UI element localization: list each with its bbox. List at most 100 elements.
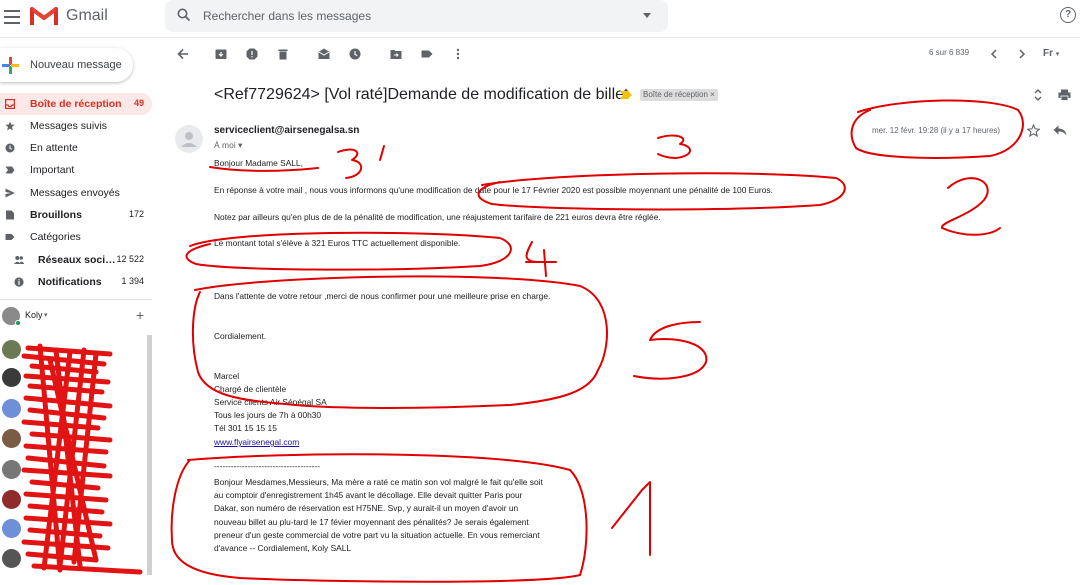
compose-button[interactable]: Nouveau message: [0, 48, 133, 82]
important-marker-icon[interactable]: [620, 91, 632, 99]
archive-icon[interactable]: [215, 48, 227, 60]
app-name: Gmail: [66, 7, 108, 24]
paragraph-date-change: En réponse à votre mail , nous vous info…: [214, 185, 773, 195]
chevron-down-icon: ▾: [1055, 51, 1060, 58]
sidebar-item-drafts[interactable]: Brouillons 172: [0, 204, 152, 226]
annotation-prime-mark: [379, 145, 385, 161]
avatar[interactable]: [2, 368, 21, 387]
label-icon: [5, 234, 15, 240]
greeting-text: Bonjour Madame SALL,: [214, 158, 303, 168]
annotation-number-5-shape: [633, 321, 708, 380]
star-icon: [5, 121, 15, 131]
hangouts-user-name[interactable]: Koly: [25, 310, 43, 320]
chevron-right-icon[interactable]: [1018, 49, 1026, 59]
sidebar-item-label: En attente: [30, 142, 78, 154]
sidebar-item-sent[interactable]: Messages envoyés: [0, 182, 152, 204]
star-icon[interactable]: [1027, 124, 1040, 137]
sidebar-item-important[interactable]: Important: [0, 159, 152, 181]
sidebar-item-label: Important: [30, 164, 75, 176]
sender-email[interactable]: serviceclient@airsenegalsa.sn: [214, 125, 359, 136]
scrollbar[interactable]: [147, 335, 152, 575]
search-box[interactable]: Rechercher dans les messages: [165, 0, 668, 32]
inbox-icon: [5, 99, 15, 109]
sidebar-item-categories[interactable]: Catégories: [0, 226, 152, 248]
important-icon: [5, 166, 15, 174]
delete-icon[interactable]: [277, 48, 289, 60]
avatar[interactable]: [2, 429, 21, 448]
person-icon: [181, 132, 197, 147]
annotation-number-1-shape: [611, 481, 651, 556]
label-as-icon[interactable]: [421, 48, 433, 60]
new-conversation-icon[interactable]: +: [136, 307, 144, 323]
avatar[interactable]: [2, 549, 21, 568]
annotation-number-3-prime-shape: [337, 148, 362, 179]
sidebar-item-notifications[interactable]: Notifications 1 394: [0, 271, 152, 293]
avatar[interactable]: [2, 519, 21, 538]
gmail-window: Gmail Rechercher dans les messages ? Nou…: [0, 0, 1080, 585]
search-input[interactable]: Rechercher dans les messages: [203, 9, 371, 23]
hangouts-user-chevron-icon[interactable]: ▾: [44, 311, 48, 319]
annotation-number-2-shape: [941, 177, 1001, 236]
avatar[interactable]: [2, 340, 21, 359]
signature-department: Service clients Air Sénégal SA: [214, 397, 327, 407]
sidebar-item-count: 49: [133, 98, 144, 108]
search-icon[interactable]: [177, 8, 191, 22]
print-icon[interactable]: [1058, 89, 1071, 101]
inbox-label-chip[interactable]: Boîte de réception ×: [640, 89, 718, 101]
quoted-original-message: Bonjour Mesdames,Messieurs, Ma mère a ra…: [214, 477, 543, 554]
gmail-logo[interactable]: [30, 5, 58, 27]
sidebar-item-label: Réseaux soci…: [38, 254, 116, 266]
signature-role: Chargé de clientèle: [214, 384, 287, 394]
sidebar-item-label: Notifications: [38, 276, 102, 288]
avatar[interactable]: [2, 460, 21, 479]
sidebar-item-starred[interactable]: Messages suivis: [0, 115, 152, 137]
website-link[interactable]: www.flyairsenegal.com: [214, 437, 299, 447]
mark-unread-icon[interactable]: [318, 48, 330, 60]
reply-icon[interactable]: [1053, 125, 1067, 136]
pagination-text: 6 sur 6 839: [929, 48, 970, 57]
input-tools-label: Fr: [1043, 48, 1053, 59]
draft-icon: [6, 210, 14, 220]
sender-avatar[interactable]: [175, 125, 203, 153]
clock-icon: [5, 143, 15, 153]
people-icon: [14, 256, 24, 264]
more-vert-icon[interactable]: [452, 48, 464, 60]
paragraph-fare-adjustment: Notez par ailleurs qu'en plus de de la p…: [214, 212, 661, 222]
send-icon: [5, 188, 15, 198]
paragraph-total: Le montant total s'élève à 321 Euros TTC…: [214, 238, 461, 248]
sidebar-item-count: 1 394: [121, 276, 144, 286]
snooze-icon[interactable]: [349, 48, 361, 60]
sidebar-item-social[interactable]: Réseaux soci… 12 522: [0, 249, 152, 271]
signature-phone: Tél 301 15 15 15: [214, 423, 277, 433]
info-icon: [14, 277, 24, 287]
search-options-icon[interactable]: [643, 13, 651, 18]
input-tools-button[interactable]: Fr ▾: [1043, 48, 1059, 59]
email-date: mer. 12 févr. 19:28 (il y a 17 heures): [872, 126, 1001, 135]
signature-name: Marcel: [214, 371, 240, 381]
move-to-icon[interactable]: [390, 48, 402, 60]
chevron-left-icon[interactable]: [990, 49, 998, 59]
online-status-dot: [15, 320, 21, 326]
help-icon[interactable]: ?: [1060, 7, 1076, 23]
sidebar-item-label: Messages envoyés: [30, 187, 120, 199]
expand-all-icon[interactable]: [1033, 88, 1043, 102]
sidebar-divider: [0, 299, 152, 300]
back-arrow-icon[interactable]: [177, 48, 189, 60]
email-subject: <Ref7729624> [Vol raté]Demande de modifi…: [214, 86, 629, 103]
menu-icon[interactable]: [4, 10, 20, 24]
quote-divider: --------------------------------------: [214, 461, 320, 471]
avatar[interactable]: [2, 399, 21, 418]
sidebar-item-inbox[interactable]: Boîte de réception 49: [0, 93, 152, 115]
sidebar-item-label: Brouillons: [30, 209, 82, 221]
compose-plus-icon: [2, 57, 19, 74]
sidebar-item-count: 12 522: [116, 254, 144, 264]
recipient-details[interactable]: À moi ▾: [214, 140, 242, 151]
report-spam-icon[interactable]: [246, 48, 258, 60]
sidebar-item-label: Messages suivis: [30, 120, 108, 132]
compose-label: Nouveau message: [30, 59, 122, 71]
paragraph-confirm: Dans l'attente de votre retour ,merci de…: [214, 291, 551, 301]
avatar[interactable]: [2, 490, 21, 509]
sidebar-item-snoozed[interactable]: En attente: [0, 137, 152, 159]
annotation-number-4-shape: [525, 241, 557, 277]
annotation-number-3-shape: [657, 134, 691, 159]
